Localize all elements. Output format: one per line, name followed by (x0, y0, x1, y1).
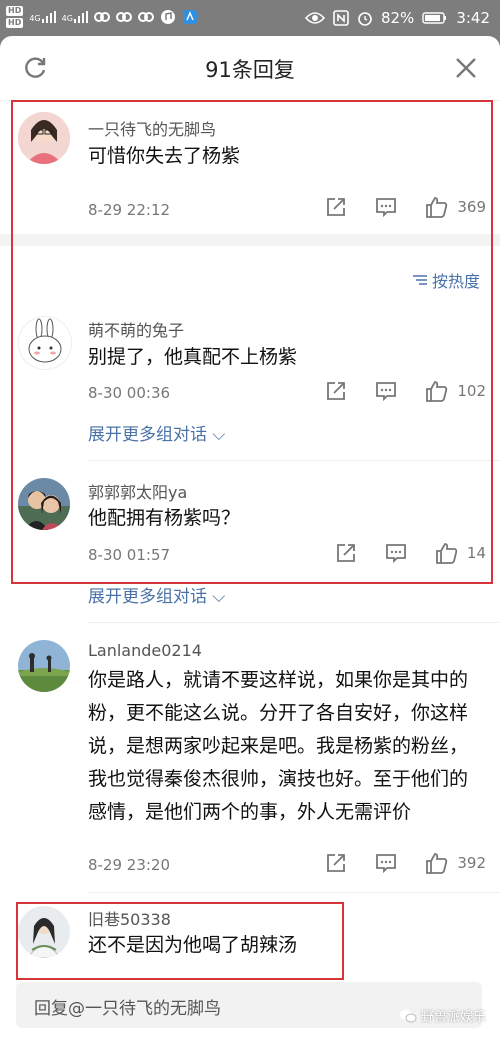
reply-time: 8-30 00:36 (88, 384, 171, 402)
thumbs-up-icon (426, 197, 448, 218)
like-count: 14 (466, 544, 486, 562)
app-notification-icon-3 (137, 12, 154, 22)
chevron-down-icon: ⌵ (207, 425, 226, 445)
share-button[interactable] (335, 542, 357, 564)
comment-username[interactable]: 一只待飞的无脚鸟 (88, 116, 216, 140)
expand-label: 展开更多组对话 (88, 587, 207, 607)
reply-actions: 392 (297, 852, 486, 874)
alarm-icon (358, 12, 372, 26)
expand-conversation-link[interactable]: 展开更多组对话 ⌵ (88, 420, 225, 445)
reply-text: 别提了，他真配不上杨紫 (88, 346, 298, 368)
separator (88, 892, 500, 893)
avatar[interactable] (18, 478, 70, 530)
sheet-header: 91条回复 (0, 36, 500, 101)
app-notification-icon-1 (93, 12, 110, 22)
reply-text: 你是路人，就请不要这样说，如果你是其中的粉，更不能这么说。分开了各自安好，你这样… (88, 669, 469, 823)
reply-username[interactable]: 郭郭郭太阳ya (88, 479, 187, 503)
reply-button[interactable] (375, 852, 397, 874)
status-bar: HD HD 4G 4G 82% 3:42 (0, 0, 500, 36)
wechat-icon (399, 1009, 417, 1022)
comment-icon (376, 382, 397, 402)
sort-by-hot-button[interactable]: 按热度 (412, 268, 480, 292)
thumbs-up-icon (436, 543, 458, 564)
sort-label: 按热度 (431, 272, 480, 291)
avatar[interactable] (18, 112, 70, 164)
like-button[interactable]: 102 (425, 380, 486, 402)
like-count: 392 (457, 854, 486, 872)
separator (88, 460, 500, 461)
avatar[interactable] (18, 640, 70, 692)
like-count: 102 (457, 382, 486, 400)
reply-username[interactable]: 旧巷50338 (88, 906, 171, 930)
music-app-icon (160, 10, 175, 24)
thumbs-up-icon (426, 853, 448, 874)
reply-text: 他配拥有杨紫吗？ (88, 507, 241, 529)
like-button[interactable]: 392 (425, 852, 486, 874)
like-button[interactable]: 14 (435, 542, 486, 564)
comment-actions: 369 (297, 196, 486, 218)
like-button[interactable]: 369 (425, 196, 486, 218)
share-icon (337, 544, 355, 562)
reply-username[interactable]: Lanlande0214 (88, 641, 202, 660)
section-divider (0, 234, 500, 246)
app-store-icon (182, 10, 197, 24)
expand-conversation-link[interactable]: 展开更多组对话 ⌵ (88, 582, 225, 607)
chevron-down-icon: ⌵ (207, 587, 226, 607)
battery-percent: 82% (380, 9, 415, 27)
avatar[interactable] (18, 906, 70, 958)
comment-icon (376, 198, 397, 218)
reply-actions: 14 (307, 542, 486, 564)
battery-icon (422, 12, 447, 24)
reply-username[interactable]: 萌不萌的兔子 (88, 317, 184, 341)
avatar[interactable] (18, 316, 72, 370)
reply-actions: 102 (297, 380, 486, 402)
reply-button[interactable] (385, 542, 407, 564)
nfc-icon (333, 10, 349, 26)
replies-sheet: 91条回复 一只待飞的无脚鸟 可惜你失去了杨紫 8-29 22:12 369 按… (0, 36, 500, 1038)
share-button[interactable] (325, 380, 347, 402)
share-button[interactable] (325, 852, 347, 874)
comment-icon (386, 544, 406, 564)
sort-icon (412, 275, 427, 285)
comment-icon (376, 854, 397, 874)
comment-time: 8-29 22:12 (88, 201, 171, 219)
reply-button[interactable] (375, 196, 397, 218)
signal-icon-2: 4G (62, 11, 88, 23)
app-notification-icon-2 (115, 12, 132, 22)
reply-button[interactable] (375, 380, 397, 402)
reply-time: 8-29 23:20 (88, 856, 171, 874)
sim1-hd-badge: HD (6, 6, 24, 16)
share-icon (327, 198, 346, 216)
expand-label: 展开更多组对话 (88, 425, 207, 445)
like-count: 369 (457, 198, 486, 216)
share-icon (327, 382, 346, 400)
thumbs-up-icon (426, 381, 448, 402)
comment-text: 可惜你失去了杨紫 (88, 145, 241, 167)
separator (88, 622, 500, 623)
eye-icon (304, 12, 325, 24)
share-button[interactable] (325, 196, 347, 218)
share-icon (327, 854, 346, 872)
reply-input-placeholder: 回复@一只待飞的无脚鸟 (34, 999, 221, 1019)
sim2-hd-badge: HD (6, 18, 24, 28)
close-icon[interactable] (454, 56, 478, 80)
watermark: 野兽派娱乐 (399, 1006, 486, 1025)
clock-time: 3:42 (456, 9, 490, 27)
reply-time: 8-30 01:57 (88, 546, 171, 564)
signal-icon-1: 4G (29, 11, 56, 23)
page-title: 91条回复 (205, 58, 295, 82)
reply-text: 还不是因为他喝了胡辣汤 (88, 934, 298, 956)
watermark-text: 野兽派娱乐 (420, 1010, 486, 1025)
